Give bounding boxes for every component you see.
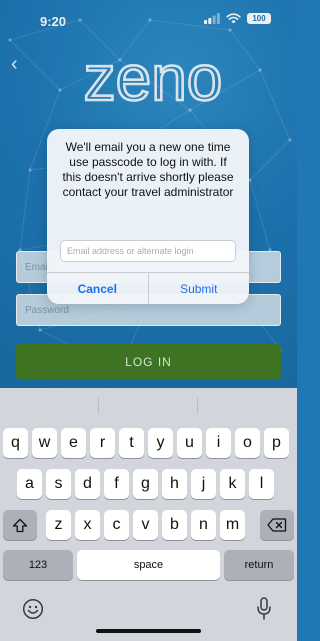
ios-keyboard: q w e r t y u i o p a s d f g h j k l z … — [0, 388, 297, 641]
suggestion-divider — [197, 398, 198, 414]
key-f[interactable]: f — [104, 469, 129, 499]
key-h[interactable]: h — [162, 469, 187, 499]
emoji-icon[interactable] — [22, 598, 44, 620]
key-x[interactable]: x — [75, 510, 100, 540]
key-l[interactable]: l — [249, 469, 274, 499]
numbers-key[interactable]: 123 — [3, 550, 73, 580]
key-j[interactable]: j — [191, 469, 216, 499]
space-key[interactable]: space — [77, 550, 220, 580]
key-q[interactable]: q — [3, 428, 28, 458]
key-r[interactable]: r — [90, 428, 115, 458]
home-indicator — [96, 629, 201, 633]
key-k[interactable]: k — [220, 469, 245, 499]
key-n[interactable]: n — [191, 510, 216, 540]
keyboard-suggestion-bar — [0, 388, 297, 424]
suggestion-divider — [98, 398, 99, 414]
shift-key[interactable] — [3, 510, 37, 540]
key-m[interactable]: m — [220, 510, 245, 540]
key-b[interactable]: b — [162, 510, 187, 540]
key-u[interactable]: u — [177, 428, 202, 458]
key-v[interactable]: v — [133, 510, 158, 540]
passcode-alert-dialog: We'll email you a new one time use passc… — [47, 129, 249, 304]
key-d[interactable]: d — [75, 469, 100, 499]
submit-button[interactable]: Submit — [149, 273, 250, 304]
delete-key[interactable] — [260, 510, 294, 540]
backspace-icon — [267, 518, 287, 532]
microphone-icon[interactable] — [256, 597, 272, 621]
email-or-alternate-login-input[interactable] — [60, 240, 236, 262]
dialog-message: We'll email you a new one time use passc… — [62, 140, 234, 199]
cancel-button[interactable]: Cancel — [47, 273, 149, 304]
key-s[interactable]: s — [46, 469, 71, 499]
key-e[interactable]: e — [61, 428, 86, 458]
key-w[interactable]: w — [32, 428, 57, 458]
key-c[interactable]: c — [104, 510, 129, 540]
return-key[interactable]: return — [224, 550, 294, 580]
key-y[interactable]: y — [148, 428, 173, 458]
key-t[interactable]: t — [119, 428, 144, 458]
shift-arrow-icon — [12, 518, 28, 532]
key-g[interactable]: g — [133, 469, 158, 499]
key-i[interactable]: i — [206, 428, 231, 458]
key-a[interactable]: a — [17, 469, 42, 499]
key-z[interactable]: z — [46, 510, 71, 540]
key-p[interactable]: p — [264, 428, 289, 458]
dialog-button-row: Cancel Submit — [47, 272, 249, 304]
key-o[interactable]: o — [235, 428, 260, 458]
